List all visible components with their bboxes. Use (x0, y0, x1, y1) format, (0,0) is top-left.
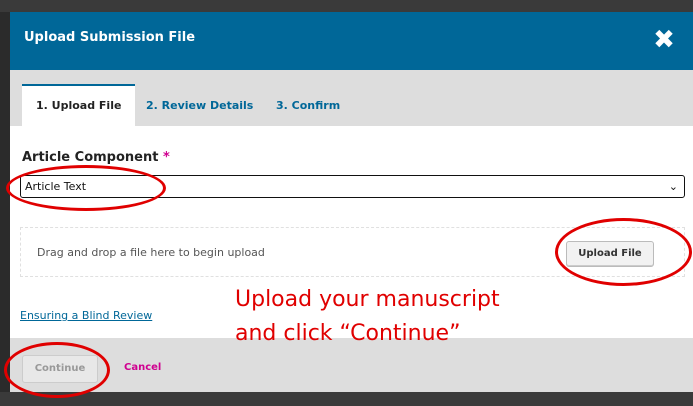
highlight-ellipse-article-text (6, 165, 166, 211)
close-icon[interactable]: ✖ (649, 25, 679, 55)
wizard-tabs: 1. Upload File 2. Review Details 3. Conf… (10, 70, 693, 126)
instruction-annotation: Upload your manuscript and click “Contin… (235, 283, 500, 351)
tab-confirm[interactable]: 3. Confirm (262, 86, 354, 126)
cancel-link[interactable]: Cancel (124, 362, 161, 373)
required-marker: * (162, 150, 170, 165)
chevron-down-icon: ⌄ (668, 180, 678, 193)
article-component-label-text: Article Component (22, 150, 159, 165)
annotation-line-2: and click “Continue” (235, 321, 461, 346)
dropzone-text: Drag and drop a file here to begin uploa… (37, 246, 265, 259)
tab-review-details[interactable]: 2. Review Details (132, 86, 267, 126)
highlight-ellipse-upload-file (555, 218, 692, 286)
modal-title: Upload Submission File (24, 30, 196, 45)
highlight-ellipse-continue (4, 342, 110, 398)
tab-upload-file[interactable]: 1. Upload File (22, 84, 136, 126)
annotation-line-1: Upload your manuscript (235, 287, 500, 312)
background-strip-top (0, 0, 693, 12)
article-component-label: Article Component * (22, 150, 170, 165)
modal-header: Upload Submission File ✖ (10, 12, 693, 70)
background-strip-bottom (0, 392, 693, 406)
blind-review-link[interactable]: Ensuring a Blind Review (20, 309, 152, 322)
